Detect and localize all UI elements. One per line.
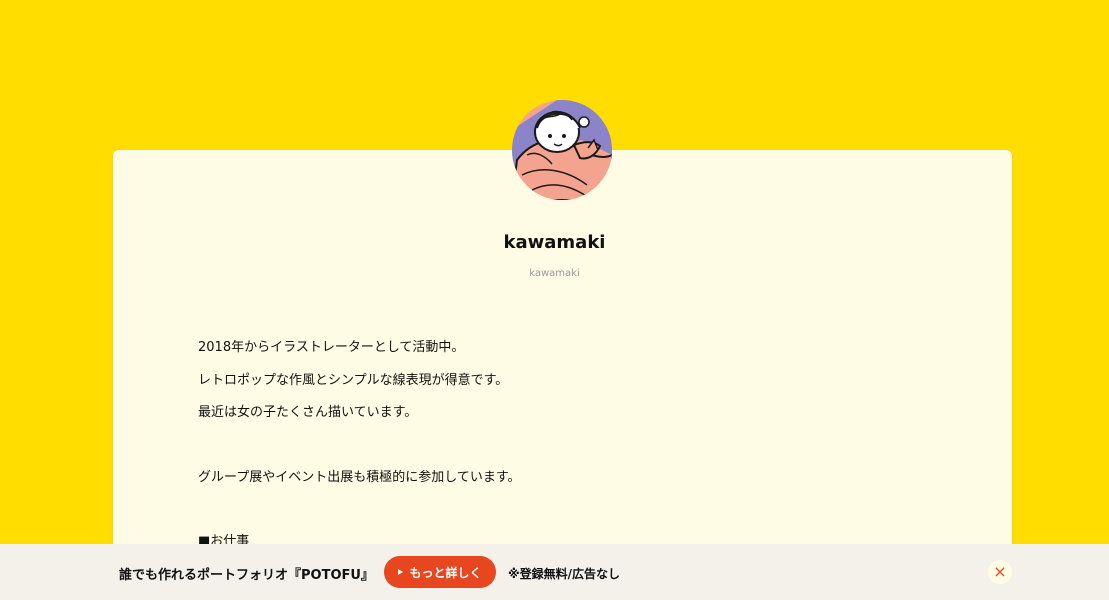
profile-page: kawamaki kawamaki 2018年からイラストレーターとして活動中。…	[0, 0, 1109, 600]
promo-banner: 誰でも作れるポートフォリオ『POTOFU』 もっと詳しく ※登録無料/広告なし …	[0, 544, 1109, 600]
bio-line: グループ展やイベント出展も積極的に参加しています。	[198, 470, 521, 485]
play-icon	[398, 569, 404, 575]
promo-banner-text: 誰でも作れるポートフォリオ『POTOFU』	[119, 568, 374, 583]
avatar	[512, 100, 612, 200]
promo-banner-note: ※登録無料/広告なし	[508, 567, 621, 581]
more-details-button-label: もっと詳しく	[409, 565, 482, 580]
avatar-illustration	[512, 100, 612, 200]
profile-user-id: kawamaki	[529, 268, 580, 279]
close-icon[interactable]: ×	[988, 560, 1012, 584]
more-details-button[interactable]: もっと詳しく	[384, 556, 496, 588]
bio-line: 2018年からイラストレーターとして活動中。	[198, 340, 465, 355]
bio-line: 最近は女の子たくさん描いています。	[198, 405, 418, 420]
profile-display-name: kawamaki	[503, 232, 606, 253]
bio-line: レトロポップな作風とシンプルな線表現が得意です。	[198, 373, 509, 388]
